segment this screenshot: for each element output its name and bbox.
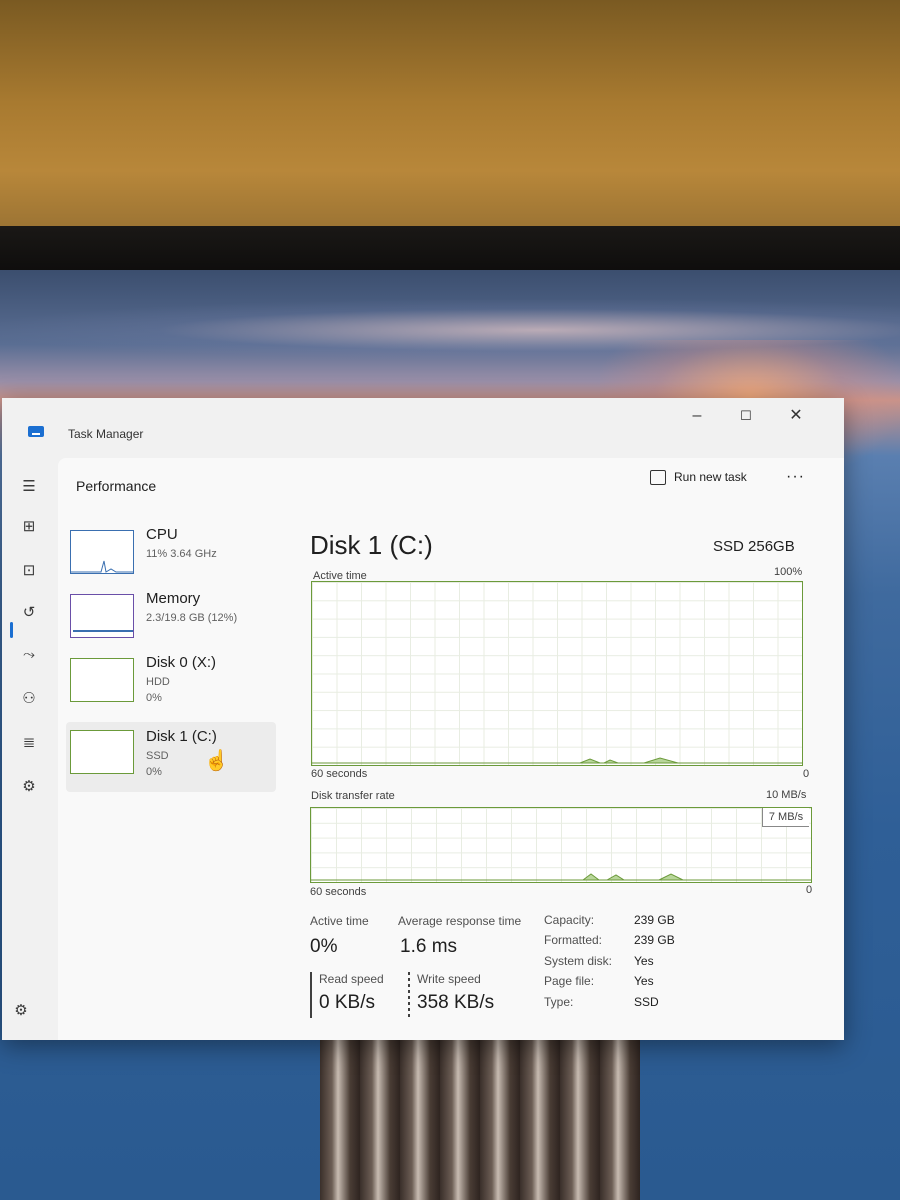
disk-model: SSD 256GB <box>713 538 795 555</box>
run-new-task-button[interactable]: Run new task <box>650 470 747 486</box>
capacity-key: Capacity: <box>544 913 595 927</box>
minimize-button[interactable]: – <box>682 404 712 428</box>
device-usage: 0% <box>146 766 162 778</box>
window-title: Task Manager <box>68 427 144 441</box>
performance-page: Performance Run new task ··· CPU 11% 3.6… <box>58 458 844 1040</box>
device-cpu[interactable]: CPU 11% 3.64 GHz <box>66 526 276 590</box>
write-speed-marker <box>408 972 410 1018</box>
device-memory[interactable]: Memory 2.3/19.8 GB (12%) <box>66 590 276 654</box>
capacity-value: 239 GB <box>634 913 675 927</box>
disk0-thumbnail-graph <box>70 658 134 702</box>
hand-cursor-icon: ☝ <box>204 750 229 772</box>
monitor-bezel <box>0 226 900 274</box>
device-detail: 11% 3.64 GHz <box>146 548 217 560</box>
device-disk-0[interactable]: Disk 0 (X:) HDD 0% <box>66 654 276 718</box>
page-file-value: Yes <box>634 974 654 988</box>
active-time-series <box>312 757 802 764</box>
device-name: CPU <box>146 526 178 543</box>
task-manager-window: Task Manager – ☐ ✕ ☰ ⊞ ⊡ ↺ ⤳ ⚇ ≣ ⚙ ⚙ Per… <box>2 398 844 1040</box>
avg-response-value: 1.6 ms <box>400 936 458 957</box>
users-icon[interactable]: ⚇ <box>16 686 42 712</box>
cpu-thumbnail-graph <box>70 530 134 574</box>
wallpaper-pier <box>320 1040 640 1200</box>
details-icon[interactable]: ≣ <box>16 730 42 756</box>
title-bar[interactable]: Task Manager – ☐ ✕ <box>2 398 844 446</box>
task-manager-app-icon <box>28 426 44 437</box>
device-disk-1[interactable]: Disk 1 (C:) SSD 0% ☝ <box>66 722 276 792</box>
memory-thumbnail-graph <box>70 594 134 638</box>
device-type: SSD <box>146 750 169 762</box>
run-task-icon <box>650 470 666 486</box>
system-disk-value: Yes <box>634 954 654 968</box>
memory-thumbnail-svg <box>73 630 133 632</box>
device-type: HDD <box>146 676 170 688</box>
cpu-thumbnail-svg <box>71 560 133 573</box>
app-history-icon[interactable]: ↺ <box>16 600 42 626</box>
maximize-button[interactable]: ☐ <box>731 404 761 428</box>
formatted-key: Formatted: <box>544 933 603 947</box>
startup-apps-icon[interactable]: ⤳ <box>16 642 42 668</box>
transfer-graph-max: 10 MB/s <box>766 789 807 801</box>
device-name: Disk 1 (C:) <box>146 728 217 745</box>
disk1-thumbnail-graph <box>70 730 134 774</box>
transfer-scale-label: 7 MB/s <box>762 808 809 827</box>
transfer-rate-graph <box>310 807 812 883</box>
selected-indicator <box>10 622 13 638</box>
device-name: Memory <box>146 590 201 607</box>
background-wall <box>0 0 900 228</box>
system-disk-key: System disk: <box>544 954 613 968</box>
hamburger-menu-icon[interactable]: ☰ <box>16 474 42 500</box>
detail-title: Disk 1 (C:) <box>310 530 433 560</box>
read-speed-label: Read speed <box>319 972 384 986</box>
navigation-rail: ☰ ⊞ ⊡ ↺ ⤳ ⚇ ≣ ⚙ ⚙ <box>2 458 58 1040</box>
transfer-graph-min: 0 <box>806 884 813 896</box>
active-time-graph-min: 0 <box>803 768 810 780</box>
write-speed-label: Write speed <box>417 972 481 986</box>
active-time-graph-max: 100% <box>774 566 803 578</box>
processes-icon[interactable]: ⊞ <box>16 514 42 540</box>
page-file-key: Page file: <box>544 974 595 988</box>
device-detail: 2.3/19.8 GB (12%) <box>146 612 238 624</box>
formatted-value: 239 GB <box>634 933 675 947</box>
services-icon[interactable]: ⚙ <box>16 774 42 800</box>
device-usage: 0% <box>146 692 162 704</box>
write-speed-value: 358 KB/s <box>417 992 495 1013</box>
read-speed-marker <box>310 972 312 1018</box>
active-time-graph-xlabel: 60 seconds <box>311 768 368 780</box>
more-options-button[interactable]: ··· <box>786 468 805 486</box>
type-value: SSD <box>634 995 659 1009</box>
transfer-graph-xlabel: 60 seconds <box>310 886 367 898</box>
avg-response-label: Average response time <box>398 914 522 928</box>
active-time-label: Active time <box>310 914 369 928</box>
read-speed-value: 0 KB/s <box>319 992 375 1013</box>
active-time-graph <box>311 581 803 766</box>
device-name: Disk 0 (X:) <box>146 654 217 671</box>
transfer-graph-label: Disk transfer rate <box>311 790 395 802</box>
performance-icon[interactable]: ⊡ <box>16 558 42 584</box>
settings-icon[interactable]: ⚙ <box>8 998 34 1024</box>
active-time-value: 0% <box>310 936 338 957</box>
close-button[interactable]: ✕ <box>781 404 811 428</box>
page-title: Performance <box>76 478 157 494</box>
run-new-task-label: Run new task <box>674 470 747 484</box>
transfer-rate-series <box>311 873 811 881</box>
type-key: Type: <box>544 995 574 1009</box>
